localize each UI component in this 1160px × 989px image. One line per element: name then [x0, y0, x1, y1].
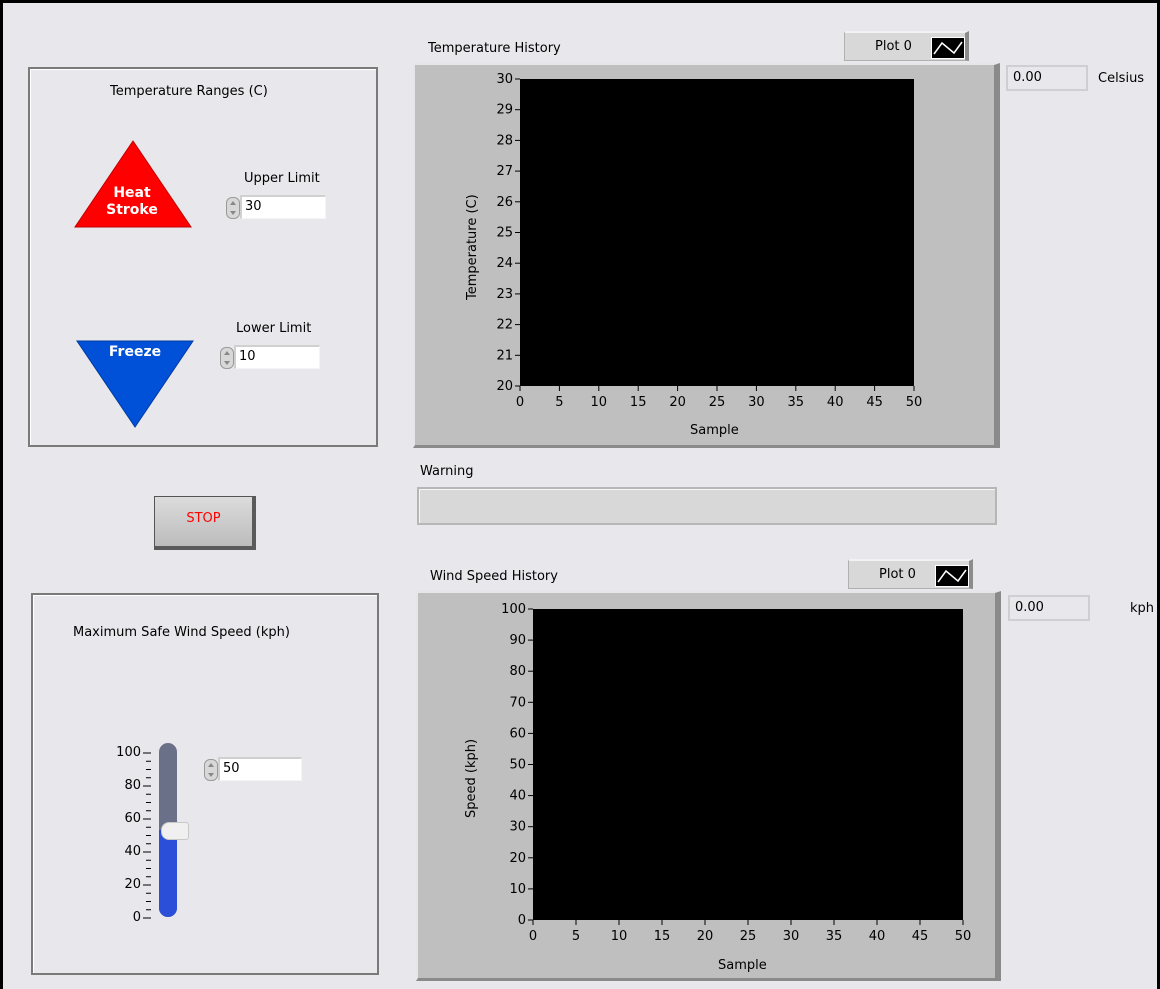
- x-tick-label: 0: [516, 395, 524, 410]
- temperature-indicator: 0.00: [1006, 65, 1088, 91]
- temperature-indicator-value: 0.00: [1013, 70, 1042, 85]
- legend-plot-label: Plot 0: [879, 567, 916, 582]
- x-tick-label: 45: [912, 929, 929, 944]
- heat-stroke-label-line1: Heat: [113, 185, 151, 201]
- wind-slider-thumb[interactable]: [161, 822, 189, 840]
- temperature-chart-legend[interactable]: Plot 0: [844, 31, 969, 61]
- slider-tick-label: 60: [124, 811, 141, 826]
- y-tick-label: 30: [509, 820, 526, 835]
- y-tick-label: 23: [496, 287, 513, 302]
- y-tick-label: 10: [509, 882, 526, 897]
- warning-display: [417, 487, 997, 525]
- x-tick-label: 10: [611, 929, 628, 944]
- y-tick-label: 24: [496, 256, 513, 271]
- y-tick-label: 26: [496, 195, 513, 210]
- y-tick-label: 40: [509, 789, 526, 804]
- freeze-label: Freeze: [108, 344, 162, 360]
- y-tick-label: 20: [496, 379, 513, 394]
- temperature-chart-axes: 30292827262524232221200 5 10 15 20 25 30 35 40 45…: [496, 72, 923, 410]
- y-tick-label: 27: [496, 164, 513, 179]
- lower-limit-label: Lower Limit: [236, 321, 312, 336]
- wind-speed-group: Maximum Safe Wind Speed (kph) 100 80 60 …: [31, 593, 379, 975]
- temperature-ranges-title: Temperature Ranges (C): [110, 84, 268, 99]
- x-tick-label: 5: [555, 395, 563, 410]
- slider-scale-ticks: [143, 752, 151, 919]
- x-tick-label: 15: [654, 929, 671, 944]
- x-tick-label: 35: [788, 395, 805, 410]
- labview-front-panel: Temperature Ranges (C) Heat Stroke Upper…: [0, 0, 1160, 989]
- y-tick-label: 25: [496, 226, 513, 241]
- slider-tick-label: 80: [124, 778, 141, 793]
- x-tick-label: 20: [669, 395, 686, 410]
- temperature-chart-title: Temperature History: [428, 41, 561, 56]
- wind-chart-title: Wind Speed History: [430, 569, 558, 584]
- heat-stroke-label-line2: Stroke: [106, 202, 158, 218]
- stop-button[interactable]: STOP: [154, 496, 256, 550]
- x-tick-label: 15: [630, 395, 647, 410]
- x-tick-label: 30: [783, 929, 800, 944]
- wind-speed-spin-arrows[interactable]: [204, 759, 218, 781]
- x-tick-label: 50: [955, 929, 972, 944]
- wind-speed-title: Maximum Safe Wind Speed (kph): [73, 625, 290, 640]
- wind-slider-fill: [159, 830, 177, 917]
- y-tick-label: 20: [509, 851, 526, 866]
- x-tick-label: 10: [591, 395, 608, 410]
- warning-label: Warning: [420, 464, 474, 479]
- slider-tick-label: 100: [116, 745, 141, 760]
- x-tick-label: 35: [826, 929, 843, 944]
- x-tick-label: 25: [740, 929, 757, 944]
- slider-tick-label: 20: [124, 877, 141, 892]
- wind-indicator-value: 0.00: [1015, 600, 1044, 615]
- y-tick-label: 60: [509, 726, 526, 741]
- y-tick-label: 80: [509, 664, 526, 679]
- y-tick-label: 100: [501, 602, 526, 617]
- slider-tick-label: 40: [124, 844, 141, 859]
- lower-limit-input[interactable]: 10: [234, 345, 320, 369]
- wind-speed-input[interactable]: 50: [218, 757, 302, 781]
- y-tick-label: 90: [509, 633, 526, 648]
- y-tick-label: 29: [496, 103, 513, 118]
- y-tick-label: 0: [518, 913, 526, 928]
- legend-plot-label: Plot 0: [875, 39, 912, 54]
- x-tick-label: 25: [709, 395, 726, 410]
- y-tick-label: 21: [496, 348, 513, 363]
- wind-chart-axes: 10090807060504030201000 5 10 15 20 25 30 35 40 45…: [501, 602, 972, 944]
- wind-indicator-unit: kph: [1130, 601, 1155, 616]
- x-tick-label: 40: [869, 929, 886, 944]
- wind-indicator: 0.00: [1008, 595, 1090, 621]
- upper-limit-label: Upper Limit: [244, 171, 320, 186]
- wind-chart-legend[interactable]: Plot 0: [848, 559, 973, 589]
- x-tick-label: 5: [572, 929, 580, 944]
- upper-limit-input[interactable]: 30: [240, 195, 326, 219]
- y-tick-label: 28: [496, 133, 513, 148]
- upper-limit-spin-arrows[interactable]: [226, 197, 240, 219]
- temperature-indicator-unit: Celsius: [1098, 71, 1145, 86]
- x-tick-label: 0: [529, 929, 537, 944]
- x-tick-label: 30: [748, 395, 765, 410]
- y-tick-label: 50: [509, 758, 526, 773]
- x-tick-label: 45: [866, 395, 883, 410]
- temperature-ranges-group: Temperature Ranges (C) Heat Stroke Upper…: [28, 67, 378, 447]
- y-tick-label: 70: [509, 695, 526, 710]
- x-tick-label: 40: [827, 395, 844, 410]
- legend-line-swatch-icon: [935, 565, 969, 587]
- y-tick-label: 30: [496, 72, 513, 87]
- lower-limit-spin-arrows[interactable]: [220, 347, 234, 369]
- legend-line-swatch-icon: [931, 37, 965, 59]
- x-tick-label: 20: [697, 929, 714, 944]
- y-tick-label: 22: [496, 318, 513, 333]
- slider-tick-label: 0: [132, 910, 141, 925]
- x-tick-label: 50: [906, 395, 923, 410]
